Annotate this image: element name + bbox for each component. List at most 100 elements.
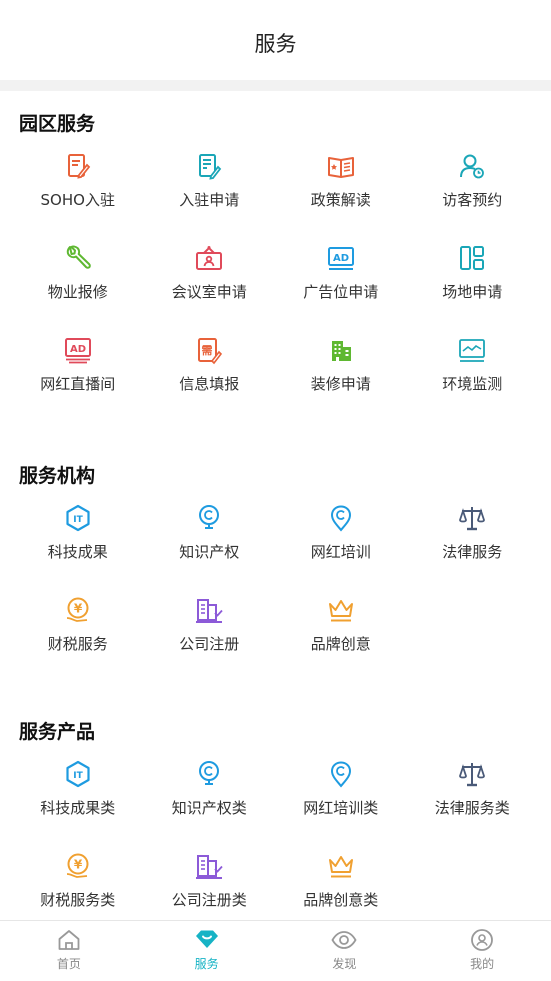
service-env-monitor[interactable]: 环境监测 [407,333,539,425]
product-ip[interactable]: 知识产权类 [144,757,276,849]
ad-screen-icon: AD [327,247,354,270]
it-hexagon-icon: IT [66,760,90,788]
service-label: 品牌创意类 [303,891,379,909]
service-label: 科技成果类 [40,799,116,817]
svg-text:¥: ¥ [74,858,83,872]
section-title: 服务产品 [19,721,96,743]
service-label: 场地申请 [442,283,503,301]
service-soho[interactable]: SOHO入驻 [12,149,144,241]
org-company-register[interactable]: 公司注册 [144,593,276,685]
service-label: 财税服务类 [40,891,116,909]
service-visitor[interactable]: 访客预约 [407,149,539,241]
form-edit-icon [199,154,222,180]
yuan-coin-icon: ¥ [66,597,89,622]
tab-label: 首页 [56,957,81,971]
service-label: 信息填报 [179,375,240,393]
service-label: 装修申请 [310,375,371,393]
tab-service[interactable]: 服务 [138,921,276,981]
wrench-icon [66,245,91,269]
service-label: 财税服务 [47,635,108,653]
svg-text:AD: AD [70,344,86,355]
org-influencer-training[interactable]: 网红培训 [275,501,407,593]
crown-icon [328,600,353,622]
section-title: 服务机构 [19,465,96,487]
layout-icon [460,246,485,270]
page-header: 服务 [0,0,551,80]
service-label: 知识产权 [179,543,240,561]
copyright-bulb-icon [199,761,220,785]
service-venue[interactable]: 场地申请 [407,241,539,333]
product-tech[interactable]: IT 科技成果类 [12,757,144,849]
service-ad-space[interactable]: AD 广告位申请 [275,241,407,333]
tab-discover[interactable]: 发现 [276,921,414,981]
page-title: 服务 [254,32,297,56]
service-label: 法律服务类 [434,799,510,817]
ad-live-icon: AD [64,338,91,364]
open-book-icon [327,157,354,178]
service-entry-apply[interactable]: 入驻申请 [144,149,276,241]
tab-label: 服务 [194,957,219,971]
copyright-pin-icon [330,505,351,532]
svg-text:需: 需 [202,344,213,357]
service-label: 科技成果 [47,543,108,561]
service-label: 物业报修 [47,283,108,301]
service-label: 网红培训 [310,543,371,561]
profile-icon [471,929,494,951]
svg-text:IT: IT [73,515,83,525]
section-service-orgs: 服务机构 IT 科技成果 知识产权 网红培训 法律服务 ¥ 财税服务 公司注册 … [0,461,551,685]
bottom-tab-bar: 首页 服务 发现 我的 [0,920,551,981]
service-label: 入驻申请 [179,191,240,209]
service-label: 网红直播间 [40,375,116,393]
product-influencer-training[interactable]: 网红培训类 [275,757,407,849]
service-label: 知识产权类 [171,799,247,817]
service-label: 公司注册类 [171,891,247,909]
crown-icon [328,856,353,878]
service-label: SOHO入驻 [40,191,115,209]
visitor-icon [460,154,485,179]
tab-home[interactable]: 首页 [0,921,138,981]
service-policy[interactable]: 政策解读 [275,149,407,241]
service-live-room[interactable]: AD 网红直播间 [12,333,144,425]
tab-label: 发现 [332,957,357,971]
service-label: 会议室申请 [171,283,247,301]
monitor-icon [459,339,486,362]
section-park-services: 园区服务 SOHO入驻 入驻申请 政策解读 访客预约 物业报修 会议室申请 AD… [0,109,551,425]
section-title: 园区服务 [19,113,96,135]
yuan-coin-icon: ¥ [66,853,89,878]
header-divider [0,80,551,91]
service-label: 政策解读 [310,191,371,209]
section-service-products: 服务产品 IT 科技成果类 知识产权类 网红培训类 法律服务类 ¥ 财税服务类 … [0,717,551,941]
building-icon [331,341,351,361]
product-legal[interactable]: 法律服务类 [407,757,539,849]
info-form-icon: 需 [198,338,223,365]
service-label: 访客预约 [442,191,503,209]
service-repair[interactable]: 物业报修 [12,241,144,333]
tab-mine[interactable]: 我的 [413,921,551,981]
service-label: 网红培训类 [303,799,379,817]
org-legal[interactable]: 法律服务 [407,501,539,593]
service-label: 品牌创意 [310,635,371,653]
tab-label: 我的 [470,957,495,971]
org-tech[interactable]: IT 科技成果 [12,501,144,593]
scales-icon [459,507,486,531]
svg-text:¥: ¥ [74,602,83,616]
service-info-fill[interactable]: 需 信息填报 [144,333,276,425]
company-icon [196,599,223,623]
eye-icon [331,931,357,949]
svg-text:IT: IT [73,771,83,781]
service-label: 公司注册 [179,635,240,653]
service-label: 广告位申请 [303,283,379,301]
document-edit-icon [67,154,90,179]
service-renovation[interactable]: 装修申请 [275,333,407,425]
svg-text:AD: AD [333,253,349,264]
company-icon [196,855,223,879]
copyright-bulb-icon [199,505,220,529]
org-brand[interactable]: 品牌创意 [275,593,407,685]
scales-icon [459,763,486,787]
service-label: 法律服务 [442,543,503,561]
it-hexagon-icon: IT [66,504,90,532]
org-finance-tax[interactable]: ¥ 财税服务 [12,593,144,685]
org-ip[interactable]: 知识产权 [144,501,276,593]
home-icon [58,930,80,950]
service-meeting-room[interactable]: 会议室申请 [144,241,276,333]
